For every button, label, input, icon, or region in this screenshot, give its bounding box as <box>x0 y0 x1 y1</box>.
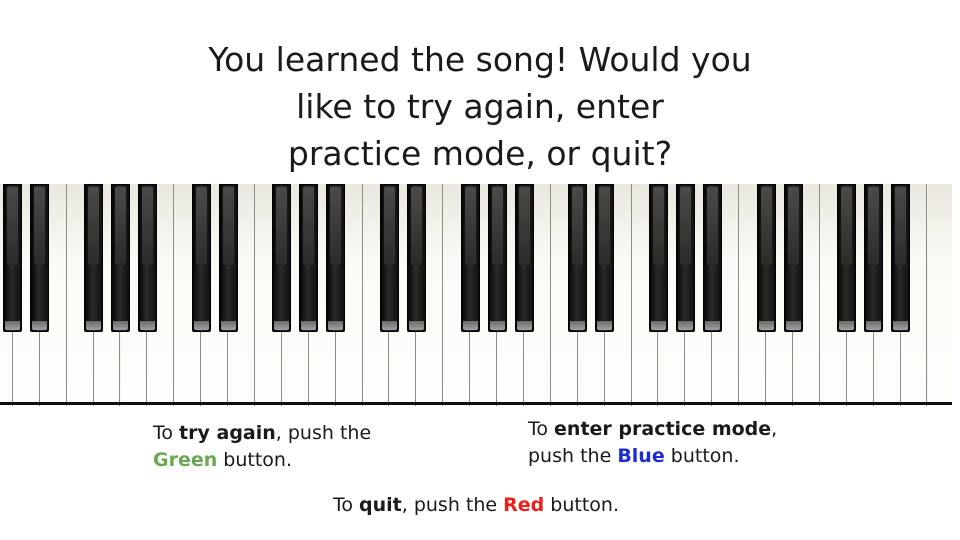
black-key <box>326 184 346 332</box>
black-key <box>191 184 211 332</box>
black-key <box>380 184 399 332</box>
black-key <box>568 184 588 332</box>
practice-mode-action: enter practice mode <box>554 418 772 440</box>
black-key <box>756 184 776 332</box>
black-key <box>406 184 426 332</box>
quit-instruction: To quit, push the Red button. <box>332 494 620 516</box>
try-again-instruction: To try again, push the Green button. <box>153 422 372 471</box>
black-key <box>299 184 319 332</box>
black-key <box>649 184 668 332</box>
black-key <box>675 184 695 332</box>
black-key <box>84 184 104 332</box>
completion-message-line-3: practice mode, or quit? <box>287 134 673 173</box>
black-key <box>837 184 857 332</box>
black-key <box>595 184 615 332</box>
green-button-label: Green <box>153 449 218 471</box>
black-key <box>218 184 238 332</box>
practice-mode-instruction: To enter practice mode, push the Blue but… <box>528 418 778 467</box>
try-again-action: try again <box>179 422 276 444</box>
red-button-label: Red <box>503 494 545 516</box>
black-key <box>864 184 884 332</box>
completion-message-line-1: You learned the song! Would you <box>208 40 752 79</box>
completion-message: You learned the song! Would you like to … <box>130 36 830 177</box>
black-key <box>460 184 480 332</box>
quit-action: quit <box>359 494 402 516</box>
white-key <box>927 184 952 406</box>
completion-message-line-2: like to try again, enter <box>296 87 664 126</box>
black-key <box>702 184 722 332</box>
black-key <box>514 184 534 332</box>
black-key <box>891 184 911 332</box>
piano-keyboard-image <box>0 184 952 406</box>
black-key <box>3 184 23 332</box>
black-key <box>487 184 507 332</box>
blue-button-label: Blue <box>617 445 665 467</box>
black-key <box>137 184 157 332</box>
keyboard-base-line <box>0 402 952 405</box>
black-key <box>30 184 50 332</box>
black-key <box>111 184 130 332</box>
black-key <box>783 184 803 332</box>
song-complete-screen: You learned the song! Would you like to … <box>0 0 960 540</box>
black-key <box>272 184 292 332</box>
